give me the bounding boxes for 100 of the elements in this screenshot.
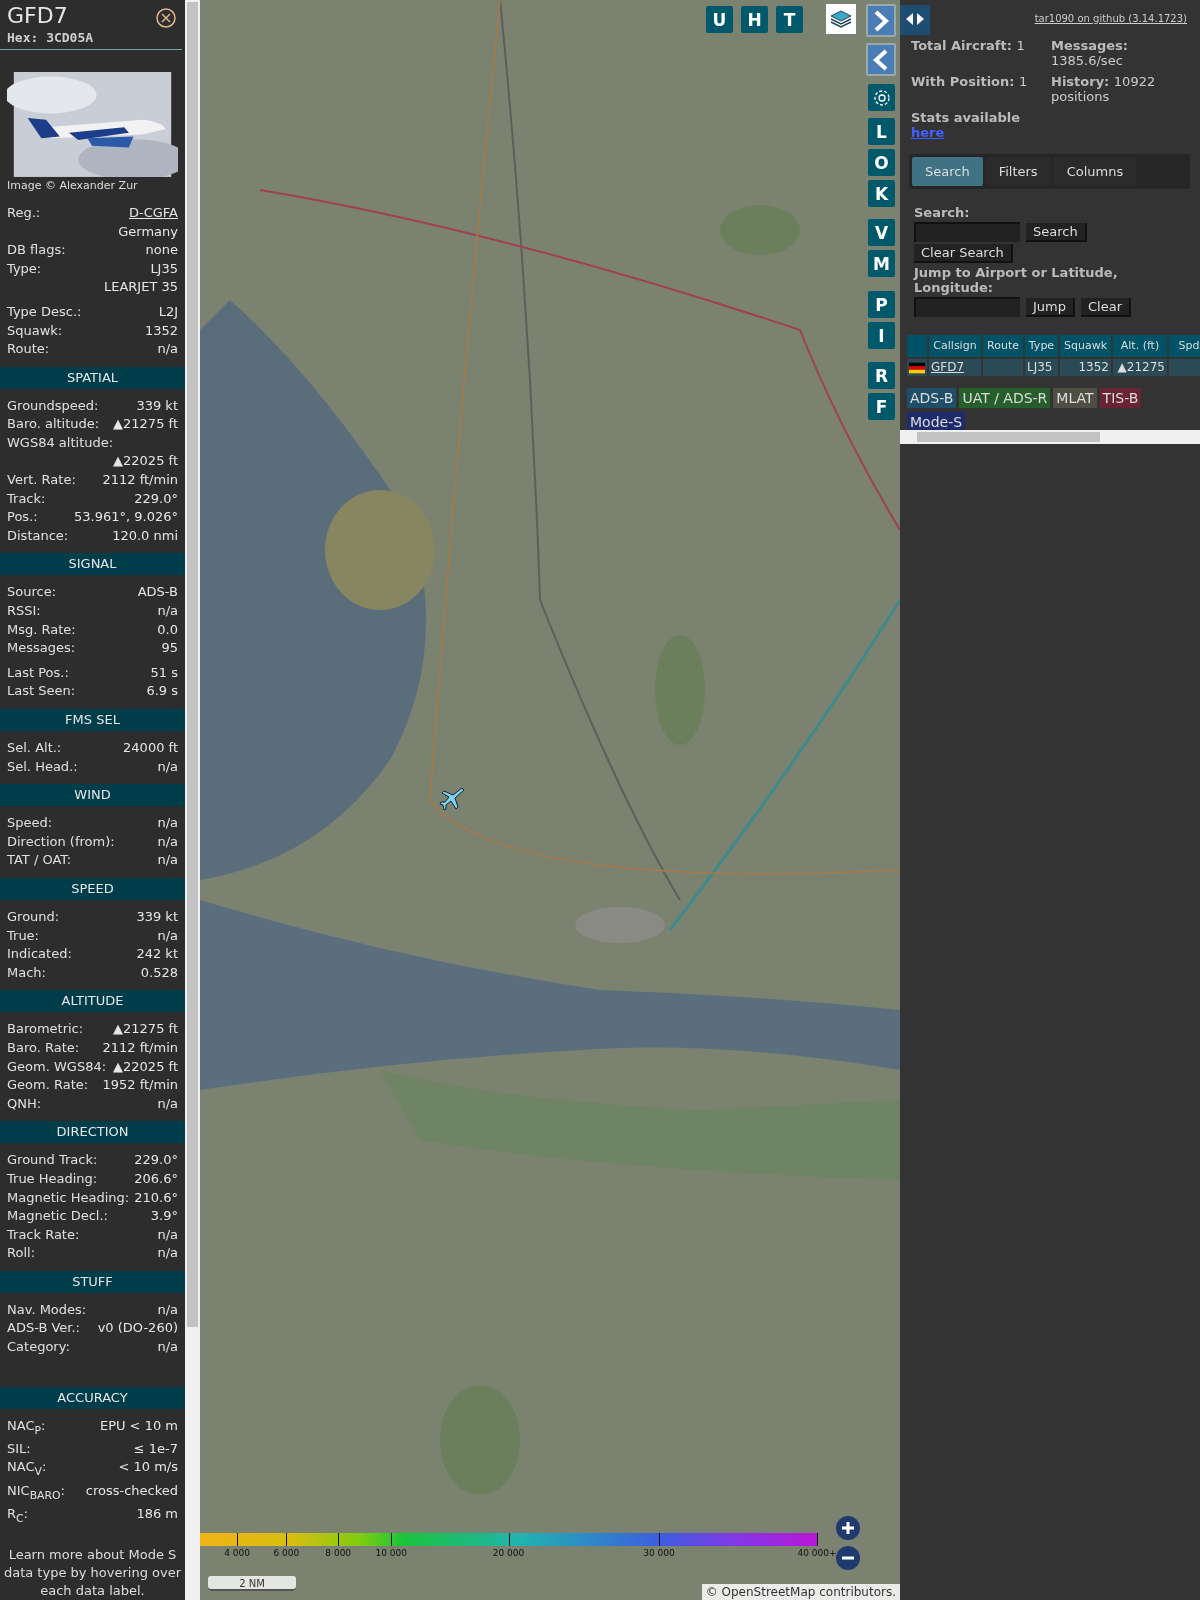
field-value: n/a — [157, 757, 178, 776]
scale-bar: 2 NM — [208, 1576, 296, 1591]
field-value: n/a — [157, 851, 178, 870]
section-header: SPATIAL — [0, 366, 185, 389]
field-label: Last Seen: — [7, 682, 76, 701]
layers-icon[interactable] — [826, 4, 856, 34]
field-label: Track: — [7, 489, 46, 508]
field-label: Baro. altitude: — [7, 415, 100, 434]
column-header[interactable]: Spd — [1169, 335, 1200, 357]
field-label: Magnetic Heading: — [7, 1188, 130, 1207]
field-label: Geom. Rate: — [7, 1076, 89, 1095]
field-label: WGS84 altitude: — [7, 433, 114, 452]
field-value: 339 kt — [136, 396, 178, 415]
field-label: RSSI: — [7, 602, 41, 621]
column-header[interactable]: Callsign — [929, 335, 981, 357]
field-value: n/a — [157, 1338, 178, 1357]
scrollbar[interactable] — [185, 0, 200, 1600]
field-label: Vert. Rate: — [7, 471, 76, 490]
field-value: 229.0° — [134, 1151, 178, 1170]
altitude-label: 10 000 — [375, 1548, 407, 1558]
field-label: NIC$_{BARO}$: — [7, 1481, 65, 1504]
table-cell: LJ35 — [1025, 359, 1058, 376]
field-label: Geom. WGS84: — [7, 1057, 107, 1076]
field-label: Pos.: — [7, 508, 38, 527]
field-value: n/a — [157, 1244, 178, 1263]
column-header[interactable]: Squawk — [1060, 335, 1111, 357]
field-label: Ground: — [7, 907, 60, 926]
field-label: Last Pos.: — [7, 663, 69, 682]
field-label: TAT / OAT: — [7, 851, 72, 870]
stat-text: With Position: 1 — [911, 74, 1029, 91]
field-label: Ground Track: — [7, 1151, 98, 1170]
registration-link[interactable]: D-CGFA — [128, 203, 178, 223]
map-toggle-button[interactable]: P — [868, 291, 895, 318]
field-label: Distance: — [7, 526, 69, 545]
aircraft-icon[interactable] — [438, 785, 466, 813]
settings-button[interactable] — [868, 84, 895, 111]
map-toggle-button[interactable]: I — [868, 322, 895, 349]
field-label: QNH: — [7, 1094, 42, 1113]
altitude-label: 6 000 — [273, 1548, 300, 1558]
tab[interactable]: Search — [912, 157, 983, 186]
field-value: 2112 ft/min — [102, 471, 178, 490]
horizontal-scrollbar[interactable] — [900, 430, 1200, 444]
attribution-link[interactable]: OpenStreetMap — [721, 1585, 816, 1599]
field-label: Type: — [7, 259, 42, 278]
field-label: Speed: — [7, 814, 53, 833]
altitude-label: 4 000 — [224, 1548, 250, 1558]
field-value: 186 m — [136, 1504, 178, 1523]
field-label: Source: — [7, 583, 57, 602]
field-label: Msg. Rate: — [7, 620, 76, 639]
field-value: L2J — [158, 302, 178, 321]
map-toggle-button[interactable]: T — [776, 6, 803, 33]
field-label: DB flags: — [7, 241, 66, 260]
field-value: EPU < 10 m — [99, 1416, 178, 1435]
field-label: Track Rate: — [7, 1225, 80, 1244]
field-value: cross-checked — [85, 1481, 178, 1500]
tab[interactable]: Columns — [1053, 157, 1137, 186]
field-value: 242 kt — [136, 945, 178, 964]
close-icon[interactable] — [156, 8, 176, 28]
jump-button[interactable]: Jump — [1026, 297, 1075, 317]
map-toggle-button[interactable]: V — [868, 219, 895, 246]
field-value: n/a — [157, 814, 178, 833]
field-label: Groundspeed: — [7, 396, 99, 415]
jump-field[interactable] — [914, 297, 1020, 317]
field-value: n/a — [157, 832, 178, 851]
field-label: Reg.: — [7, 203, 41, 222]
section-header: DIRECTION — [0, 1121, 185, 1144]
source-tag: Mode-S — [907, 412, 966, 432]
section-header: ALTITUDE — [0, 990, 185, 1013]
column-header[interactable]: Route — [983, 335, 1023, 357]
collapse-button[interactable] — [866, 43, 896, 76]
source-tag: ADS-B — [907, 388, 957, 408]
map-toggle-button[interactable]: F — [868, 393, 895, 420]
field-value: LJ35 — [150, 259, 178, 278]
expand-button[interactable] — [866, 4, 896, 37]
map-attribution: © OpenStreetMap contributors. — [701, 1584, 900, 1600]
map-toggle-button[interactable]: K — [868, 180, 895, 207]
map-toggle-button[interactable]: O — [868, 149, 895, 176]
map-toggle-button[interactable]: H — [741, 6, 768, 33]
field-label: Magnetic Decl.: — [7, 1207, 108, 1226]
map-toggle-button[interactable]: R — [868, 362, 895, 389]
map-toggle-button[interactable]: U — [706, 6, 733, 33]
altitude-label: 8 000 — [325, 1548, 352, 1558]
jump-label: Jump to Airport or Latitude, Longitude: — [914, 265, 1119, 295]
column-header[interactable]: Alt. (ft) — [1113, 335, 1167, 357]
field-value: none — [145, 241, 178, 260]
field-label: Nav. Modes: — [7, 1300, 87, 1319]
field-value: 1952 ft/min — [102, 1076, 178, 1095]
field-value: 229.0° — [134, 489, 178, 508]
search-field[interactable] — [914, 222, 1020, 242]
tab[interactable]: Filters — [985, 157, 1051, 186]
clear-search-button[interactable]: Clear Search — [914, 244, 1013, 263]
search-button[interactable]: Search — [1026, 222, 1087, 242]
clear-button[interactable]: Clear — [1081, 297, 1131, 317]
github-link[interactable]: tar1090 on github (3.14.1723) — [1034, 13, 1187, 24]
map-toggle-button[interactable]: L — [868, 118, 895, 145]
field-value: 0.0 — [157, 620, 178, 639]
map-toggle-button[interactable]: M — [868, 250, 895, 277]
toggle-panel-button[interactable] — [900, 5, 930, 35]
field-value: 6.9 s — [146, 682, 178, 701]
column-header[interactable]: Type — [1025, 335, 1058, 357]
